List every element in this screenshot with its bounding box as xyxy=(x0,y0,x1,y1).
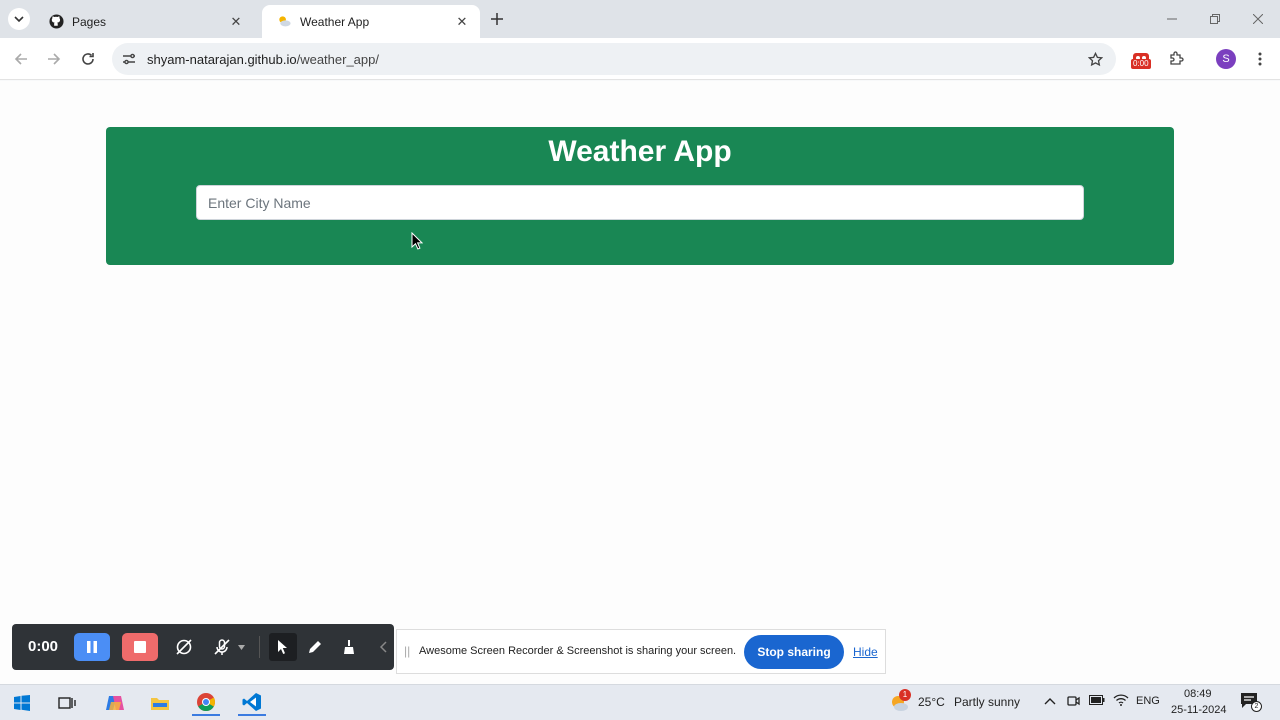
arrow-left-icon xyxy=(14,53,27,65)
arrow-right-icon xyxy=(48,53,61,65)
cursor-tool-button[interactable] xyxy=(269,633,297,661)
chrome-icon xyxy=(197,693,215,711)
screen-sharing-bar: || Awesome Screen Recorder & Screenshot … xyxy=(396,629,886,674)
kebab-menu-icon xyxy=(1258,52,1262,66)
city-search-input[interactable] xyxy=(196,185,1084,220)
site-settings-icon[interactable] xyxy=(120,50,138,68)
eraser-tool-button[interactable] xyxy=(338,636,360,658)
tab-title: Pages xyxy=(72,14,107,29)
start-button[interactable] xyxy=(8,690,36,716)
recorder-badge: 0:00 xyxy=(1131,59,1151,69)
meet-now-icon[interactable] xyxy=(1066,694,1080,711)
github-icon xyxy=(48,14,64,30)
restore-icon xyxy=(1210,14,1220,24)
collapse-toolbar-button[interactable] xyxy=(372,636,394,658)
new-tab-button[interactable] xyxy=(486,8,508,30)
caret-down-icon xyxy=(237,644,245,650)
restore-button[interactable] xyxy=(1203,8,1227,30)
page-content: Weather App xyxy=(0,81,1280,684)
address-bar[interactable]: shyam-natarajan.github.io/weather_app/ xyxy=(112,43,1116,75)
weather-card: Weather App xyxy=(106,127,1174,265)
recording-timer: 0:00 xyxy=(28,638,59,655)
chrome-taskbar-button[interactable] xyxy=(192,690,220,716)
stop-sharing-button[interactable]: Stop sharing xyxy=(744,635,844,669)
language-indicator[interactable]: ENG xyxy=(1136,695,1160,707)
notification-count: 2 xyxy=(1251,701,1262,712)
mouse-cursor-icon xyxy=(411,231,424,255)
microphone-options-button[interactable] xyxy=(234,636,248,658)
weather-alert-badge: 1 xyxy=(899,689,911,701)
profile-avatar[interactable]: S xyxy=(1216,49,1236,69)
wifi-icon[interactable] xyxy=(1113,694,1129,709)
file-explorer-button[interactable] xyxy=(146,690,174,716)
pen-tool-button[interactable] xyxy=(304,636,326,658)
url-path: /weather_app/ xyxy=(296,52,379,67)
page-title: Weather App xyxy=(548,135,732,168)
toolbar-divider xyxy=(259,636,260,658)
vscode-icon xyxy=(242,693,261,711)
back-button[interactable] xyxy=(9,47,33,71)
tab-weather-app[interactable]: Weather App ✕ xyxy=(262,5,480,38)
weather-description[interactable]: Partly sunny xyxy=(954,695,1020,709)
clock-date[interactable]: 25-11-2024 xyxy=(1171,704,1226,716)
chevron-down-icon xyxy=(14,16,24,23)
copilot-icon xyxy=(106,696,124,710)
tab-pages[interactable]: Pages ✕ xyxy=(34,5,254,38)
bookmark-star-icon[interactable] xyxy=(1086,50,1104,68)
notification-center-button[interactable]: 2 xyxy=(1240,692,1262,715)
recorder-extension-button[interactable]: 0:00 xyxy=(1129,47,1153,71)
vscode-taskbar-button[interactable] xyxy=(238,690,266,716)
microphone-off-button[interactable] xyxy=(211,636,233,658)
close-icon xyxy=(1253,14,1263,24)
weather-temperature[interactable]: 25°C xyxy=(918,695,945,709)
copilot-button[interactable] xyxy=(101,690,129,716)
stop-icon xyxy=(134,641,146,653)
task-view-button[interactable] xyxy=(53,690,81,716)
tab-title: Weather App xyxy=(300,14,370,29)
pen-icon xyxy=(309,641,321,653)
url-host: shyam-natarajan.github.io xyxy=(147,52,297,67)
tab-strip: Pages ✕ Weather App ✕ xyxy=(0,0,1280,38)
minimize-icon xyxy=(1167,18,1177,20)
windows-logo-icon xyxy=(14,695,30,711)
show-hidden-icons-button[interactable] xyxy=(1044,694,1056,708)
camera-off-icon xyxy=(176,639,192,655)
chevron-left-icon xyxy=(379,641,387,653)
window-close-button[interactable] xyxy=(1246,8,1270,30)
sharing-message: Awesome Screen Recorder & Screenshot is … xyxy=(419,645,737,657)
tab-search-button[interactable] xyxy=(8,8,30,30)
minimize-button[interactable] xyxy=(1160,8,1184,30)
pause-recording-button[interactable] xyxy=(74,633,110,661)
pause-icon xyxy=(87,641,97,653)
reload-icon xyxy=(82,53,94,65)
microphone-off-icon xyxy=(214,639,230,655)
chevron-up-icon xyxy=(1044,698,1056,705)
close-icon[interactable]: ✕ xyxy=(228,14,244,30)
battery-icon[interactable] xyxy=(1089,694,1105,708)
recorder-toolbar: 0:00 xyxy=(12,624,394,670)
hide-link[interactable]: Hide xyxy=(853,645,878,659)
broom-icon xyxy=(344,640,354,654)
plus-icon xyxy=(491,13,503,25)
stop-recording-button[interactable] xyxy=(122,633,158,661)
drag-handle-icon[interactable]: || xyxy=(404,644,410,658)
url-text: shyam-natarajan.github.io/weather_app/ xyxy=(147,52,379,67)
close-icon[interactable]: ✕ xyxy=(454,14,470,30)
browser-toolbar: shyam-natarajan.github.io/weather_app/ 0… xyxy=(0,38,1280,80)
task-view-icon xyxy=(58,697,76,709)
puzzle-icon xyxy=(1170,51,1184,65)
reload-button[interactable] xyxy=(76,47,100,71)
pointer-icon xyxy=(278,640,287,654)
camera-off-button[interactable] xyxy=(173,636,195,658)
forward-button[interactable] xyxy=(42,47,66,71)
extensions-button[interactable] xyxy=(1164,47,1188,71)
windows-taskbar: 1 25°C Partly sunny ENG 08:49 25-11-2024… xyxy=(0,684,1280,720)
weather-favicon-icon xyxy=(276,14,292,30)
browser-menu-button[interactable] xyxy=(1248,47,1272,71)
clock-time[interactable]: 08:49 xyxy=(1184,688,1212,700)
folder-icon xyxy=(151,698,169,710)
